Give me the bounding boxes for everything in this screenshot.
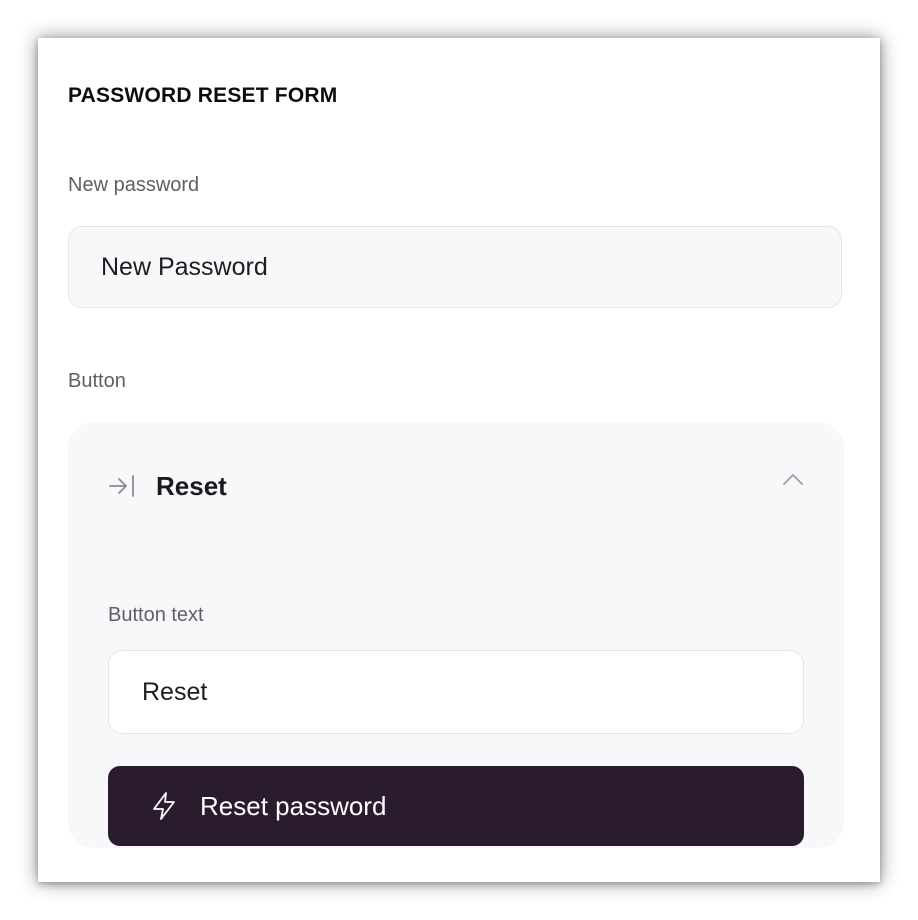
chevron-up-icon[interactable]: [782, 472, 804, 486]
arrow-to-line-right-icon: [108, 473, 136, 499]
reset-password-button-label: Reset password: [200, 790, 387, 821]
form-title: PASSWORD RESET FORM: [68, 84, 338, 107]
password-reset-panel: PASSWORD RESET FORM New password Button …: [38, 38, 880, 882]
button-section-label: Button: [68, 370, 126, 392]
lightning-bolt-icon: [150, 791, 178, 821]
button-text-label: Button text: [108, 604, 204, 626]
button-text-input[interactable]: [108, 650, 804, 734]
button-card-title: Reset: [156, 470, 227, 501]
reset-password-button[interactable]: Reset password: [108, 766, 804, 846]
button-settings-card: Reset Button text Reset password: [68, 422, 844, 848]
new-password-label: New password: [68, 174, 200, 196]
button-card-header[interactable]: Reset: [108, 466, 804, 506]
new-password-input[interactable]: [68, 226, 842, 308]
